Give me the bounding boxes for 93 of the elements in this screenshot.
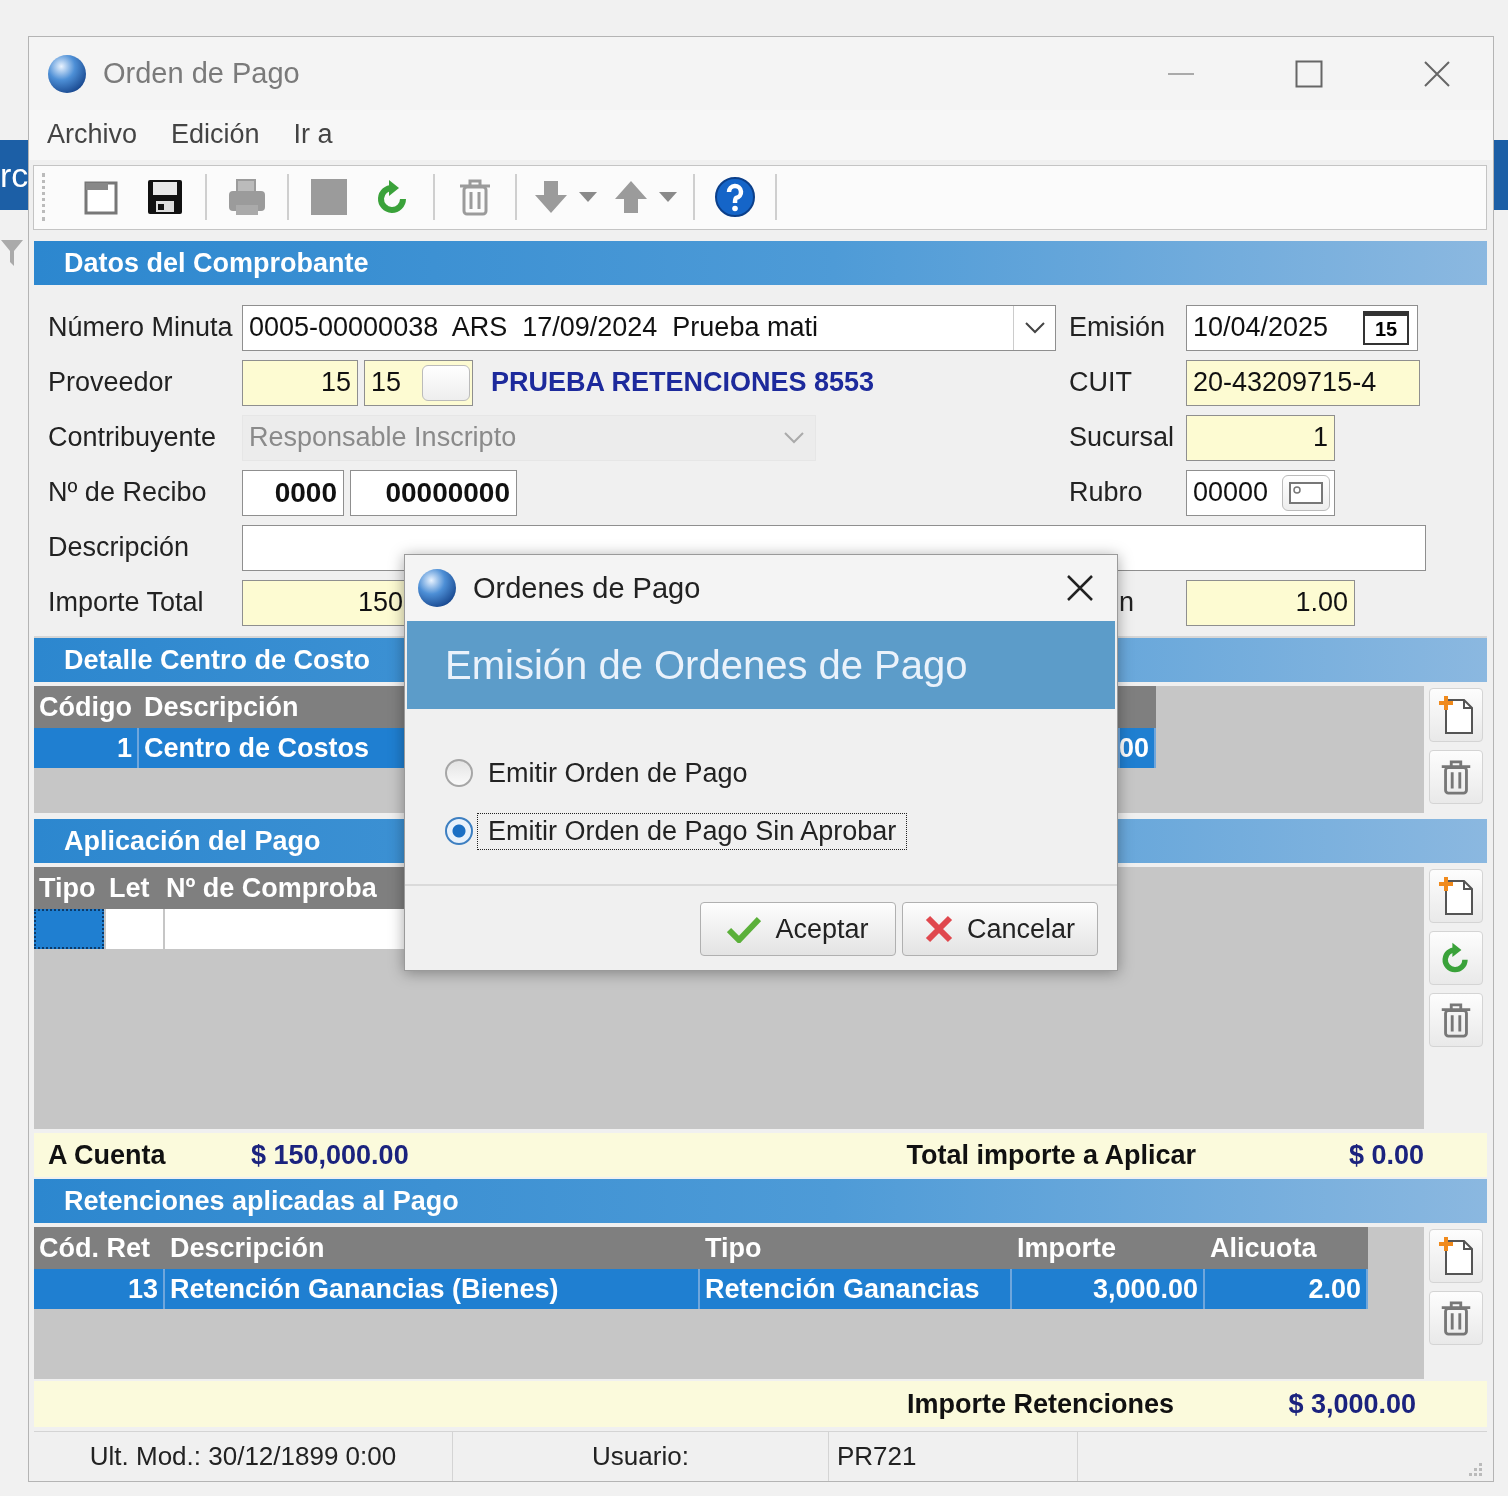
total-label: Total importe a Aplicar — [906, 1139, 1196, 1171]
calendar-button[interactable]: 15 — [1363, 310, 1409, 345]
menu-item[interactable]: Edición — [171, 119, 260, 151]
branch-field[interactable]: 1 — [1186, 414, 1335, 461]
table-cell: 13 — [34, 1269, 165, 1309]
column-header[interactable]: Tipo — [700, 1227, 1012, 1269]
column-header[interactable]: Nº de Comproba — [161, 867, 401, 909]
maximize-icon — [1295, 59, 1323, 88]
column-header[interactable]: Tipo — [34, 867, 104, 909]
cuit-field[interactable]: 20-43209715-4 — [1186, 359, 1420, 406]
supplier-code-field[interactable]: 15 — [242, 359, 358, 406]
dialog-title: Ordenes de Pago — [473, 571, 702, 605]
menu-item[interactable]: Archivo — [47, 119, 138, 151]
field-label: Rubro — [1068, 477, 1143, 508]
taxpayer-dropdown: Responsable Inscripto — [242, 414, 816, 461]
field-label: CUIT — [1068, 367, 1132, 398]
table-cell[interactable] — [106, 909, 163, 949]
option-label[interactable]: Emitir Orden de Pago Sin Aprobar — [477, 812, 908, 850]
column-header[interactable]: Cód. Ret — [34, 1227, 165, 1269]
column-header[interactable]: Descripción — [165, 1227, 700, 1269]
field-label: Sucursal — [1068, 422, 1175, 453]
total-label: Importe Retenciones — [906, 1388, 1174, 1420]
help-icon — [714, 176, 756, 219]
stop-icon — [309, 177, 349, 218]
section-header: Retenciones aplicadas al Pago — [34, 1179, 1487, 1223]
total-value: $ 150,000.00 — [251, 1139, 409, 1171]
add-row-button[interactable] — [1428, 1229, 1483, 1283]
receipt-prefix-field[interactable]: 0000 — [242, 469, 344, 516]
field-label: Emisión — [1068, 312, 1166, 343]
field-label: Número Minuta — [48, 312, 233, 343]
radio-button[interactable] — [445, 759, 473, 787]
table-cell: 2.00 — [1205, 1269, 1368, 1309]
table-cell[interactable] — [34, 909, 104, 949]
close-icon — [1066, 574, 1094, 602]
caret-icon — [659, 192, 677, 203]
lookup-button[interactable] — [422, 364, 470, 401]
field-label: Nº de Recibo — [48, 477, 207, 508]
dialog-heading: Emisión de Ordenes de Pago — [407, 621, 1115, 709]
lookup-button[interactable] — [1282, 474, 1330, 511]
status-text: Ult. Mod.: 30/12/1899 0:00 — [34, 1432, 453, 1481]
x-mark-icon — [924, 915, 953, 943]
table-cell: Retención Ganancias (Bienes) — [165, 1269, 700, 1309]
category-field[interactable]: 00000 — [1186, 469, 1335, 516]
filter-icon — [0, 238, 24, 268]
globe-icon — [417, 568, 457, 608]
background-window-bar — [1494, 140, 1508, 210]
table-cell: 3,000.00 — [1012, 1269, 1205, 1309]
field-label: Proveedor — [48, 367, 173, 398]
delete-row-button[interactable] — [1428, 993, 1483, 1047]
column-header[interactable]: Código — [34, 686, 139, 728]
table-cell: Retención Ganancias — [700, 1269, 1012, 1309]
menu-item[interactable]: Ir a — [293, 119, 333, 151]
table-row[interactable]: 13 Retención Ganancias (Bienes) Retención Ganancias 3,000.00 2.00 — [34, 1269, 1368, 1309]
background-window-text: rc — [0, 140, 28, 210]
add-row-button[interactable] — [1428, 869, 1483, 923]
field-label: Importe Total — [48, 587, 204, 618]
refresh-button[interactable] — [1428, 931, 1483, 985]
section-header: Datos del Comprobante — [34, 241, 1487, 285]
accept-button[interactable]: Aceptar — [700, 902, 896, 956]
window-title: Orden de Pago — [103, 57, 301, 91]
delete-row-button[interactable] — [1428, 1291, 1483, 1345]
field-label: Descripción — [48, 532, 190, 563]
cancel-button[interactable]: Cancelar — [902, 902, 1098, 956]
rate-field[interactable]: 1.00 — [1186, 579, 1355, 626]
supplier-name: PRUEBA RETENCIONES 8553 — [491, 367, 875, 398]
total-value: $ 0.00 — [1348, 1139, 1424, 1171]
status-text: Usuario: — [453, 1432, 829, 1481]
column-header[interactable]: Alicuota — [1205, 1227, 1368, 1269]
minuta-dropdown[interactable]: 0005-00000038 ARS 17/09/2024 Prueba mati — [242, 304, 1056, 351]
field-label: n — [1118, 587, 1135, 618]
delete-row-button[interactable] — [1428, 750, 1483, 804]
receipt-number-field[interactable]: 00000000 — [350, 469, 517, 516]
add-row-button[interactable] — [1428, 688, 1483, 742]
close-icon — [1423, 59, 1451, 88]
date-field[interactable]: 10/04/2025 15 — [1186, 304, 1418, 351]
column-header[interactable]: Importe — [1012, 1227, 1205, 1269]
field-label: Contribuyente — [48, 422, 217, 453]
total-value: $ 3,000.00 — [1288, 1388, 1416, 1420]
radio-button[interactable] — [445, 817, 473, 845]
column-header[interactable]: Let — [104, 867, 161, 909]
table-cell: 00 — [1120, 728, 1156, 768]
card-icon — [1289, 481, 1323, 504]
globe-icon — [47, 53, 87, 94]
total-label: A Cuenta — [48, 1139, 166, 1171]
chevron-down-icon — [783, 430, 805, 445]
supplier-lookup-field[interactable]: 15 — [364, 359, 473, 406]
checkmark-icon — [727, 915, 762, 943]
table-cell: 1 — [34, 728, 139, 768]
caret-icon — [579, 192, 597, 203]
status-text: PR721 — [829, 1432, 1078, 1481]
chevron-down-icon — [1023, 320, 1046, 335]
printer-icon — [226, 177, 268, 218]
arrow-up-icon — [613, 179, 649, 216]
